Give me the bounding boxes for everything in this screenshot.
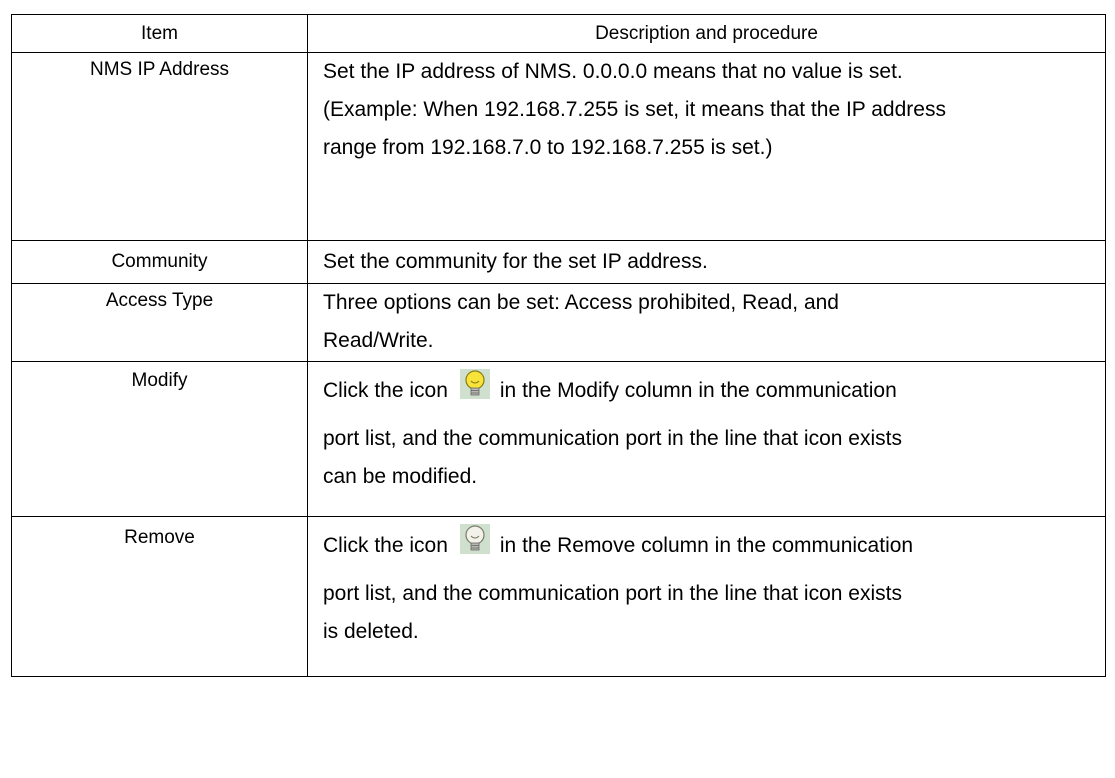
lightbulb-on-icon[interactable]: [459, 369, 490, 399]
description-remove: Click the icon in the Remove column in t…: [307, 516, 1106, 677]
description-text: Click the icon: [323, 534, 448, 557]
item-remove: Remove: [11, 516, 308, 677]
description-line: (Example: When 192.168.7.255 is set, it …: [323, 98, 946, 121]
header-item: Item: [11, 14, 308, 53]
description-line: is deleted.: [323, 620, 419, 643]
description-modify: Click the icon in the Modify column in t…: [307, 361, 1106, 517]
description-line: Read/Write.: [323, 329, 434, 352]
description-line: Set the IP address of NMS. 0.0.0.0 means…: [323, 60, 903, 83]
description-line: can be modified.: [323, 465, 478, 488]
description-line: port list, and the communication port in…: [323, 427, 902, 450]
item-community: Community: [11, 240, 308, 284]
description-text: in the Remove column in the communicatio…: [499, 534, 914, 557]
spec-table: Item Description and procedure NMS IP Ad…: [11, 14, 1106, 677]
description-access-type: Three options can be set: Access prohibi…: [307, 283, 1106, 362]
table-row: NMS IP Address Set the IP address of NMS…: [11, 52, 1106, 241]
item-label: Remove: [124, 527, 195, 548]
lightbulb-off-icon[interactable]: [459, 524, 490, 554]
item-label: NMS IP Address: [89, 59, 230, 80]
description-text: Click the icon: [323, 379, 448, 402]
description-nms-ip-address: Set the IP address of NMS. 0.0.0.0 means…: [307, 52, 1106, 241]
item-nms-ip-address: NMS IP Address: [11, 52, 308, 241]
description-line: Set the community for the set IP address…: [323, 250, 708, 273]
description-line: range from 192.168.7.0 to 192.168.7.255 …: [323, 136, 773, 159]
table-row: Access Type Three options can be set: Ac…: [11, 283, 1106, 362]
item-modify: Modify: [11, 361, 308, 517]
item-label: Modify: [131, 370, 188, 391]
item-label: Access Type: [105, 290, 214, 311]
table-row: Modify Click the icon in the Modify colu…: [11, 361, 1106, 517]
description-text: in the Modify column in the communicatio…: [499, 379, 897, 402]
description-line: port list, and the communication port in…: [323, 582, 902, 605]
description-line-with-icon: Click the icon in the Modify column in t…: [323, 362, 1099, 420]
header-description: Description and procedure: [307, 14, 1106, 53]
description-line-with-icon: Click the icon in the Remove column in t…: [323, 517, 1099, 575]
table-row: Community Set the community for the set …: [11, 240, 1106, 284]
item-access-type: Access Type: [11, 283, 308, 362]
description-line: Three options can be set: Access prohibi…: [323, 291, 839, 314]
item-label: Community: [111, 251, 208, 272]
description-community: Set the community for the set IP address…: [307, 240, 1106, 284]
table-header-row: Item Description and procedure: [11, 14, 1106, 53]
table-row: Remove Click the icon in the Remove colu…: [11, 516, 1106, 677]
